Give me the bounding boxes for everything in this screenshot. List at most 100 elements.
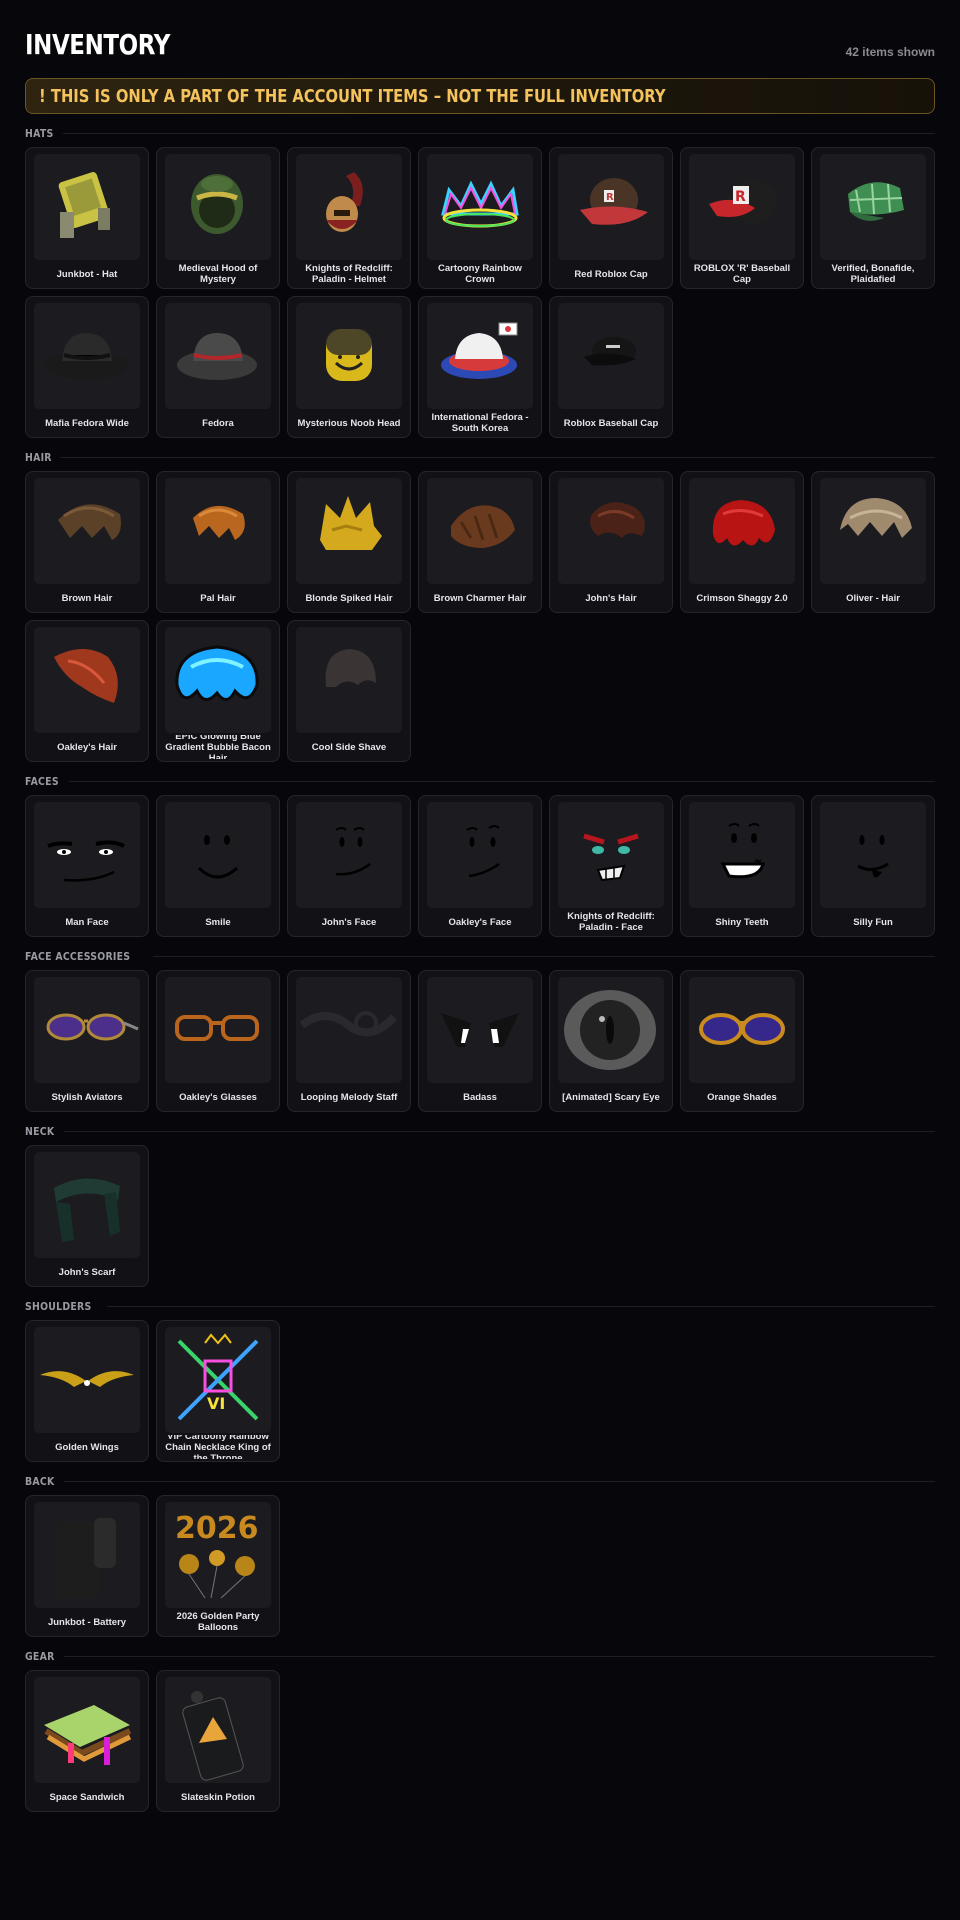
item-label: Man Face	[65, 916, 109, 928]
section-header: BACK	[25, 1474, 935, 1489]
hair-orange-icon	[165, 478, 271, 584]
item-card[interactable]: Oliver - Hair	[811, 471, 935, 613]
item-card[interactable]: Man Face	[25, 795, 149, 937]
item-label: International Fedora - South Korea	[431, 412, 529, 434]
item-label: Fedora	[202, 417, 234, 429]
item-card[interactable]: 2026 2026 Golden Party Balloons	[156, 1495, 280, 1637]
svg-text:R: R	[735, 189, 746, 205]
item-count: 42 items shown	[845, 45, 935, 59]
item-card[interactable]: Cool Side Shave	[287, 620, 411, 762]
item-card[interactable]: R Red Roblox Cap	[549, 147, 673, 289]
hair-oakley-icon	[34, 627, 140, 733]
item-card[interactable]: Fedora	[156, 296, 280, 438]
item-card[interactable]: Silly Fun	[811, 795, 935, 937]
item-card[interactable]: Cartoony Rainbow Crown	[418, 147, 542, 289]
svg-text:R: R	[606, 192, 614, 203]
section-title: SHOULDERS	[25, 1300, 92, 1313]
item-card[interactable]: Shiny Teeth	[680, 795, 804, 937]
item-label: 2026 Golden Party Balloons	[176, 1611, 260, 1633]
item-card[interactable]: John's Face	[287, 795, 411, 937]
item-card[interactable]: Blonde Spiked Hair	[287, 471, 411, 613]
item-card[interactable]: Mafia Fedora Wide	[25, 296, 149, 438]
item-card[interactable]: Knights of Redcliff: Paladin - Helmet	[287, 147, 411, 289]
item-label: Red Roblox Cap	[574, 268, 648, 280]
item-card[interactable]: Junkbot - Hat	[25, 147, 149, 289]
item-card[interactable]: Badass	[418, 970, 542, 1112]
item-label: John's Face	[321, 916, 377, 928]
item-label: [Animated] Scary Eye	[562, 1091, 660, 1103]
item-label: Knights of Redcliff: Paladin - Face	[567, 911, 655, 933]
section-title: FACE ACCESSORIES	[25, 950, 131, 963]
wings-icon	[34, 1327, 140, 1433]
item-card[interactable]: [Animated] Scary Eye	[549, 970, 673, 1112]
section-divider	[107, 1306, 935, 1307]
item-card[interactable]: Brown Charmer Hair	[418, 471, 542, 613]
item-label: Blonde Spiked Hair	[305, 592, 393, 604]
item-label: Stylish Aviators	[51, 1091, 123, 1103]
cap-red-icon: R	[558, 154, 664, 260]
item-card[interactable]: Oakley's Hair	[25, 620, 149, 762]
item-card[interactable]: R ROBLOX 'R' Baseball Cap	[680, 147, 804, 289]
item-card[interactable]: Roblox Baseball Cap	[549, 296, 673, 438]
junkbot-hat-icon	[34, 154, 140, 260]
glasses-icon	[165, 977, 271, 1083]
item-card[interactable]: Crimson Shaggy 2.0	[680, 471, 804, 613]
item-label: Crimson Shaggy 2.0	[696, 592, 788, 604]
potion-icon	[165, 1677, 271, 1783]
face-oakley-icon	[427, 802, 533, 908]
hair-shave-icon	[296, 627, 402, 733]
hair-oliver-icon	[820, 478, 926, 584]
item-card[interactable]: Oakley's Glasses	[156, 970, 280, 1112]
item-card[interactable]: Looping Melody Staff	[287, 970, 411, 1112]
item-card[interactable]: John's Hair	[549, 471, 673, 613]
fedora-black-icon	[34, 303, 140, 409]
section-divider	[63, 1481, 935, 1482]
badass-icon	[427, 977, 533, 1083]
item-card[interactable]: Junkbot - Battery	[25, 1495, 149, 1637]
item-card[interactable]: Brown Hair	[25, 471, 149, 613]
item-card[interactable]: Golden Wings	[25, 1320, 149, 1462]
item-grid: Golden Wings VI VIP Cartoony Rainbow Chain…	[25, 1320, 935, 1462]
item-card[interactable]: EPIC Glowing Blue Gradient Bubble Bacon …	[156, 620, 280, 762]
item-label: Mafia Fedora Wide	[45, 417, 129, 429]
item-card[interactable]: Space Sandwich	[25, 1670, 149, 1812]
page-title: INVENTORY	[25, 28, 170, 61]
item-card[interactable]: Slateskin Potion	[156, 1670, 280, 1812]
item-label: Slateskin Potion	[181, 1791, 255, 1803]
item-label: Roblox Baseball Cap	[563, 417, 659, 429]
item-card[interactable]: Knights of Redcliff: Paladin - Face	[549, 795, 673, 937]
face-paladin-icon	[558, 802, 664, 908]
item-card[interactable]: Verified, Bonafide, Plaidafied	[811, 147, 935, 289]
section-divider	[68, 781, 935, 782]
item-card[interactable]: International Fedora - South Korea	[418, 296, 542, 438]
hair-charmer-icon	[427, 478, 533, 584]
face-man-icon	[34, 802, 140, 908]
sandwich-icon	[34, 1677, 140, 1783]
item-label: Pal Hair	[200, 592, 236, 604]
item-card[interactable]: John's Scarf	[25, 1145, 149, 1287]
eye-icon	[558, 977, 664, 1083]
item-grid: Junkbot - Hat Medieval Hood of Mystery Kni…	[25, 147, 935, 438]
item-label: Verified, Bonafide, Plaidafied	[831, 263, 915, 285]
item-card[interactable]: Medieval Hood of Mystery	[156, 147, 280, 289]
item-card[interactable]: Mysterious Noob Head	[287, 296, 411, 438]
item-label: Brown Hair	[61, 592, 113, 604]
hair-blue-icon	[165, 627, 271, 733]
item-card[interactable]: Oakley's Face	[418, 795, 542, 937]
hood-icon	[165, 154, 271, 260]
item-card[interactable]: Pal Hair	[156, 471, 280, 613]
section-header: HAIR	[25, 450, 935, 465]
hair-brown-icon	[34, 478, 140, 584]
item-card[interactable]: Stylish Aviators	[25, 970, 149, 1112]
section-header: NECK	[25, 1124, 935, 1139]
melody-icon	[296, 977, 402, 1083]
section-title: GEAR	[25, 1650, 55, 1663]
hair-crimson-icon	[689, 478, 795, 584]
section-title: FACES	[25, 775, 59, 788]
item-card[interactable]: Smile	[156, 795, 280, 937]
item-label: Golden Wings	[55, 1441, 119, 1453]
item-card[interactable]: VI VIP Cartoony Rainbow Chain Necklace Ki…	[156, 1320, 280, 1462]
hair-blonde-icon	[296, 478, 402, 584]
inventory-sections: HATS Junkbot - Hat Medieval Hood of Myster…	[25, 126, 935, 1812]
item-card[interactable]: Orange Shades	[680, 970, 804, 1112]
